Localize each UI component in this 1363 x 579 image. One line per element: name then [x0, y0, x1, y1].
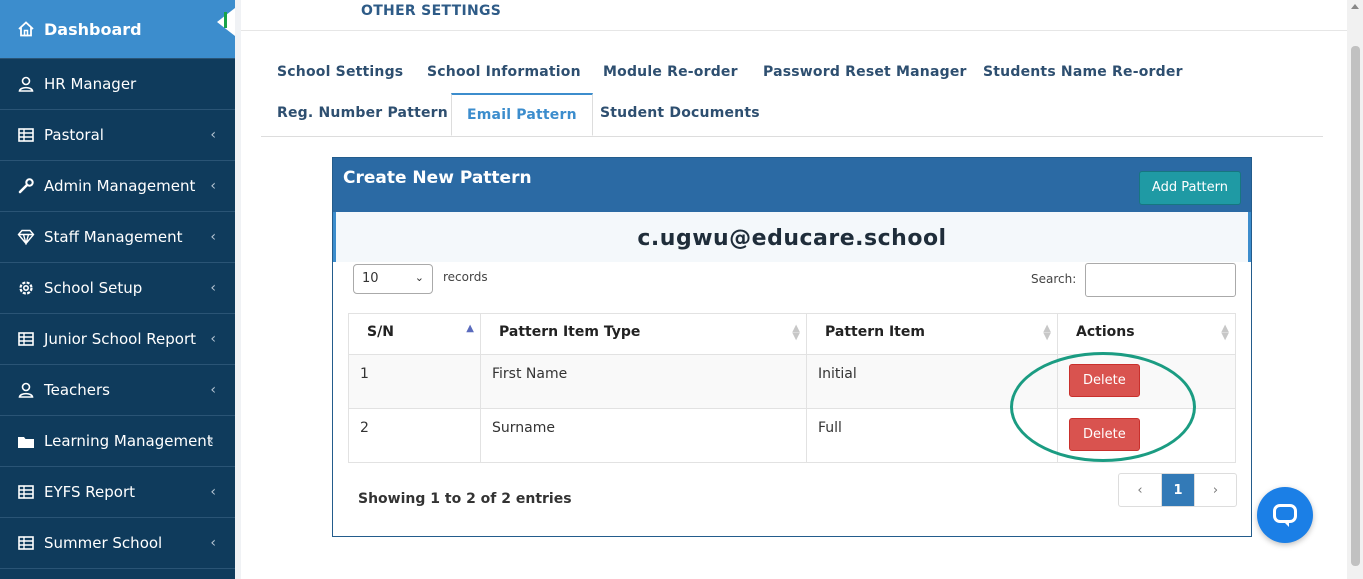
sidebar-item-learning-management[interactable]: Learning Management ‹ [0, 416, 235, 467]
tab-school-settings[interactable]: School Settings [277, 64, 403, 80]
sort-icon: ▲ ▼ [792, 323, 800, 342]
sidebar-item-pastoral[interactable]: Pastoral ‹ [0, 110, 235, 161]
tab-module-reorder[interactable]: Module Re-order [603, 64, 738, 80]
tab-email-pattern[interactable]: Email Pattern [451, 93, 593, 136]
search-input[interactable] [1085, 263, 1236, 297]
column-header-label: Pattern Item Type [499, 324, 641, 340]
page-length-value: 10 [362, 271, 379, 286]
sidebar-item-label: Teachers [44, 381, 110, 399]
column-header-label: Pattern Item [825, 324, 925, 340]
main-content: OTHER SETTINGS School Settings School In… [241, 0, 1347, 579]
search-label: Search: [1031, 272, 1077, 286]
divider [241, 30, 1347, 31]
sort-icon: ▲ ▼ [1221, 323, 1229, 342]
chevron-left-icon: ‹ [210, 229, 216, 245]
sidebar-item-junior-school-report[interactable]: Junior School Report ‹ [0, 314, 235, 365]
sidebar-item-eyfs-report[interactable]: EYFS Report ‹ [0, 467, 235, 518]
column-header-actions[interactable]: Actions ▲ ▼ [1057, 313, 1236, 355]
chat-button[interactable] [1257, 487, 1313, 543]
sidebar-item-label: HR Manager [44, 75, 137, 93]
email-preview: c.ugwu@educare.school [637, 226, 947, 251]
folder-icon [17, 432, 35, 450]
chevron-left-icon: ‹ [210, 127, 216, 143]
tabs-baseline [261, 136, 1323, 137]
sidebar-item-school-setup[interactable]: School Setup ‹ [0, 263, 235, 314]
sidebar-item-teachers[interactable]: Teachers ‹ [0, 365, 235, 416]
sort-asc-icon: ▲ [466, 323, 474, 334]
chevron-left-icon: ‹ [208, 433, 214, 449]
table-icon [17, 126, 35, 144]
column-header-item[interactable]: Pattern Item ▲ ▼ [806, 313, 1058, 355]
home-icon [17, 20, 35, 38]
cell-sn: 1 [348, 354, 481, 409]
scrollbar-thumb[interactable] [1351, 46, 1360, 566]
pagination-page-1[interactable]: 1 [1161, 474, 1194, 506]
sidebar: Dashboard HR Manager Pastoral ‹ Admin Ma… [0, 0, 235, 579]
scroll-up-icon[interactable] [1351, 4, 1359, 9]
chat-bubble-tail [1283, 521, 1289, 527]
pagination-next-button[interactable]: › [1194, 474, 1236, 506]
page-length-select[interactable]: 10 ⌄ [353, 264, 433, 294]
page-length-label: records [443, 270, 488, 284]
table-header-row: S/N ▲ Pattern Item Type ▲ ▼ Pattern Item … [348, 313, 1236, 355]
pagination-prev-button[interactable]: ‹ [1119, 474, 1161, 506]
sidebar-item-label: Pastoral [44, 126, 104, 144]
sidebar-item-staff-management[interactable]: Staff Management ‹ [0, 212, 235, 263]
table-icon [17, 330, 35, 348]
column-header-label: Actions [1076, 324, 1135, 340]
cell-sn: 2 [348, 408, 481, 463]
tab-students-name-reorder[interactable]: Students Name Re-order [983, 64, 1183, 80]
sidebar-item-admin-management[interactable]: Admin Management ‹ [0, 161, 235, 212]
cell-type: First Name [480, 354, 807, 409]
tab-school-information[interactable]: School Information [427, 64, 581, 80]
sidebar-item-label: Admin Management [44, 177, 196, 195]
chevron-left-icon: ‹ [210, 331, 216, 347]
chevron-left-icon: ‹ [210, 178, 216, 194]
users-icon [17, 75, 35, 93]
panel-title: Create New Pattern [343, 168, 532, 188]
collapse-indicator-icon [224, 12, 227, 28]
sidebar-item-label: Junior School Report [44, 330, 197, 348]
users-icon [17, 381, 35, 399]
sidebar-item-hr-manager[interactable]: HR Manager [0, 59, 235, 110]
chevron-left-icon: ‹ [210, 535, 216, 551]
cell-type: Surname [480, 408, 807, 463]
section-title: OTHER SETTINGS [361, 3, 502, 19]
table-icon [17, 534, 35, 552]
chevron-left-icon: ‹ [210, 484, 216, 500]
page-scrollbar[interactable] [1347, 0, 1363, 579]
sidebar-item-label: Staff Management [44, 228, 183, 246]
sidebar-item-label: Summer School [44, 534, 163, 552]
column-header-sn[interactable]: S/N ▲ [348, 313, 481, 355]
diamond-icon [17, 228, 35, 246]
chevron-left-icon: ‹ [210, 382, 216, 398]
sidebar-item-label: Dashboard [44, 19, 142, 39]
app-root: Dashboard HR Manager Pastoral ‹ Admin Ma… [0, 0, 1363, 579]
pagination: ‹ 1 › [1118, 473, 1237, 507]
tab-student-documents[interactable]: Student Documents [600, 105, 760, 121]
wrench-icon [17, 177, 35, 195]
column-header-label: S/N [367, 324, 394, 340]
create-pattern-panel: Create New Pattern Add Pattern c.ugwu@ed… [332, 157, 1252, 537]
tab-password-reset-manager[interactable]: Password Reset Manager [763, 64, 967, 80]
entries-info: Showing 1 to 2 of 2 entries [358, 491, 572, 507]
tab-reg-number-pattern[interactable]: Reg. Number Pattern [277, 105, 448, 121]
sort-icon: ▲ ▼ [1043, 323, 1051, 342]
gear-icon [17, 279, 35, 297]
chevron-down-icon: ⌄ [414, 271, 424, 284]
sidebar-item-dashboard[interactable]: Dashboard [0, 0, 235, 59]
sidebar-item-label: School Setup [44, 279, 143, 297]
sidebar-item-label: Learning Management [44, 432, 213, 450]
panel-header: Create New Pattern Add Pattern [333, 158, 1251, 212]
chevron-left-icon: ‹ [210, 280, 216, 296]
column-header-type[interactable]: Pattern Item Type ▲ ▼ [480, 313, 807, 355]
sidebar-item-summer-school[interactable]: Summer School ‹ [0, 518, 235, 569]
sidebar-item-label: EYFS Report [44, 483, 136, 501]
table-icon [17, 483, 35, 501]
email-preview-bar: c.ugwu@educare.school [333, 212, 1251, 262]
highlight-annotation [1010, 352, 1196, 462]
add-pattern-button[interactable]: Add Pattern [1138, 171, 1241, 205]
